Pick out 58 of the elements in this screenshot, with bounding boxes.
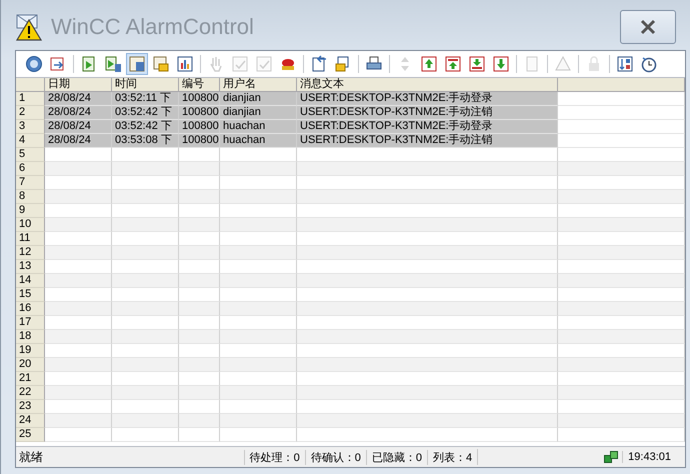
column-header[interactable]: 日期 — [45, 78, 112, 92]
row-number: 2 — [16, 106, 45, 120]
row-number: 23 — [16, 400, 45, 414]
arrow-up-icon — [444, 55, 462, 73]
toolbar-button[interactable] — [23, 53, 45, 75]
toolbar-button[interactable] — [126, 53, 148, 75]
row-number: 8 — [16, 190, 45, 204]
row-number: 25 — [16, 428, 45, 442]
column-header[interactable]: 时间 — [112, 78, 179, 92]
bar-chart-icon — [176, 55, 194, 73]
row-number: 17 — [16, 316, 45, 330]
row-number: 4 — [16, 134, 45, 148]
status-text: 就绪 — [18, 448, 44, 466]
arrow-down-icon — [492, 55, 510, 73]
window-title: WinCC AlarmControl — [51, 14, 255, 40]
row-number: 16 — [16, 302, 45, 316]
row-number: 11 — [16, 232, 45, 246]
row-number: 3 — [16, 120, 45, 134]
row-number: 22 — [16, 386, 45, 400]
document-arrow-icon — [310, 55, 328, 73]
row-number: 18 — [16, 330, 45, 344]
clock-icon — [640, 55, 658, 73]
warning-icon — [554, 55, 572, 73]
row-number: 10 — [16, 218, 45, 232]
arrow-down-icon — [468, 55, 486, 73]
row-number: 21 — [16, 372, 45, 386]
corner-header — [16, 78, 45, 92]
row-number: 13 — [16, 260, 45, 274]
close-icon — [639, 19, 657, 35]
row-number: 15 — [16, 288, 45, 302]
row-number: 9 — [16, 204, 45, 218]
row-number: 7 — [16, 176, 45, 190]
column-header[interactable]: 用户名 — [220, 78, 297, 92]
checklist-icon — [255, 55, 273, 73]
checklist-icon — [231, 55, 249, 73]
row-number: 12 — [16, 246, 45, 260]
network-icon — [604, 451, 618, 463]
status-time: 19:43:01 — [622, 451, 685, 463]
row-number: 20 — [16, 358, 45, 372]
close-button[interactable] — [620, 10, 676, 44]
row-number: 19 — [16, 344, 45, 358]
status-counter: 列表：4 — [427, 450, 478, 464]
table-cell — [45, 428, 112, 442]
alarm-message-icon — [15, 12, 45, 42]
row-number: 5 — [16, 148, 45, 162]
sort-icon — [616, 55, 634, 73]
arrow-up-icon — [420, 55, 438, 73]
row-number: 1 — [16, 92, 45, 106]
column-header[interactable]: 编号 — [179, 78, 220, 92]
row-number: 6 — [16, 162, 45, 176]
column-header[interactable]: 消息文本 — [297, 78, 558, 92]
table-cell — [112, 428, 179, 442]
row-number: 24 — [16, 414, 45, 428]
status-counter: 待处理：0 — [244, 450, 305, 464]
status-counter: 已隐藏：0 — [366, 450, 428, 464]
row-number: 14 — [16, 274, 45, 288]
status-counter: 待确认：0 — [304, 450, 366, 464]
table-cell — [179, 428, 220, 442]
